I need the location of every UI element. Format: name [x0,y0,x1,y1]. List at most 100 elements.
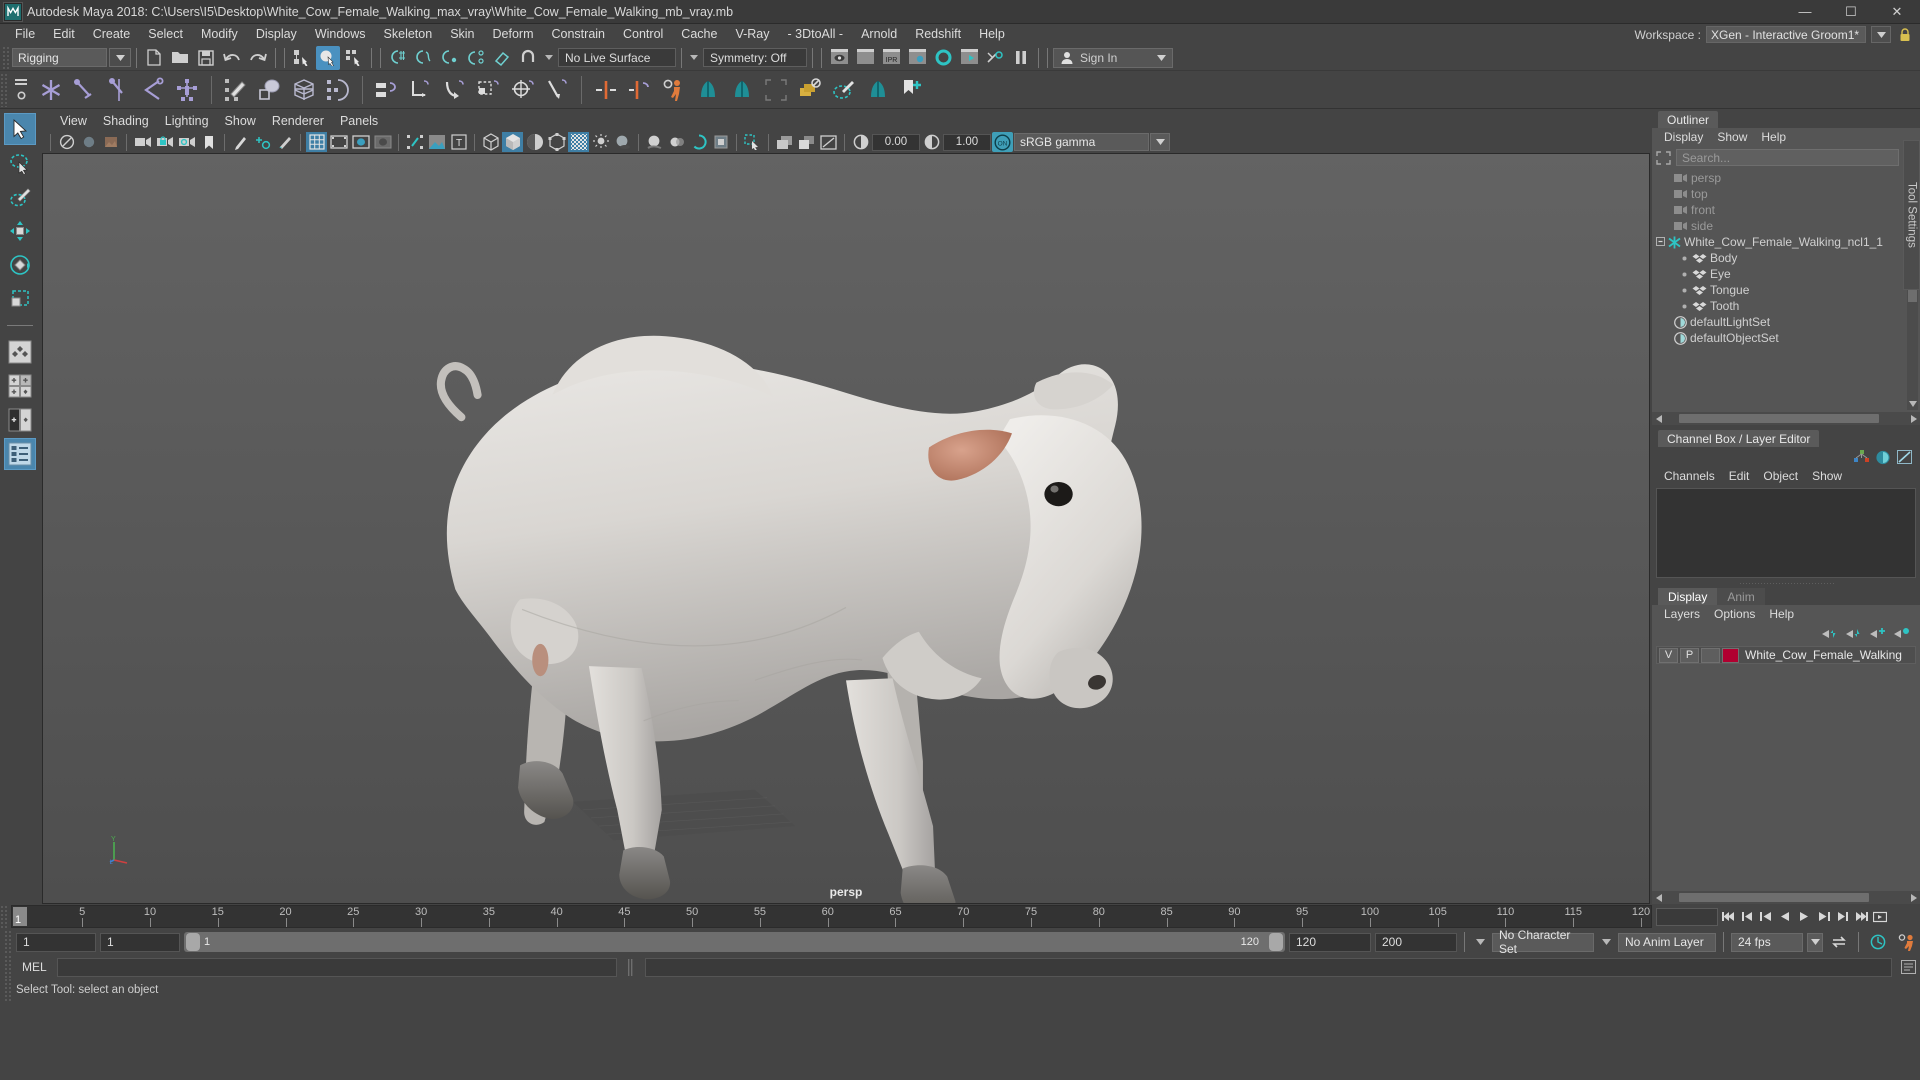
snap-to-view-plane-icon[interactable] [490,46,514,70]
undo-icon[interactable] [220,46,244,70]
point-constraint-icon[interactable] [404,73,438,107]
motion-blur-icon[interactable] [666,132,687,152]
step-forward-key-icon[interactable] [1814,907,1832,927]
flat-shading-icon[interactable] [546,132,567,152]
viewport-menu-show[interactable]: Show [217,111,264,131]
isolate-select-icon[interactable] [742,132,763,152]
menu-deform[interactable]: Deform [484,24,543,45]
playback-speed-field[interactable]: 24 fps [1731,932,1803,952]
anim-start-time-field[interactable]: 1 [16,932,96,952]
playback-speed-dropdown-icon[interactable] [1807,932,1823,952]
layer-display-type-toggle[interactable] [1701,647,1720,663]
open-script-editor-icon[interactable] [1896,958,1920,977]
menu-redshift[interactable]: Redshift [906,24,970,45]
time-slider[interactable]: 1 5 10 15 20 25 30 35 40 45 50 55 60 65 70 75 80 85 90 95 1… [11,905,1652,928]
snap-to-projected-center-icon[interactable] [464,46,488,70]
attribute-editor-icon[interactable] [1875,450,1891,465]
menu-skeleton[interactable]: Skeleton [375,24,442,45]
symmetry-field[interactable]: Symmetry: Off [703,48,807,67]
timeslider-grip[interactable] [0,904,8,929]
viewport-menu-lighting[interactable]: Lighting [157,111,217,131]
layer-horizontal-scrollbar[interactable] [1652,891,1920,904]
menu-cache[interactable]: Cache [672,24,726,45]
commandline-grip[interactable] [4,955,12,979]
select-object-icon[interactable] [316,45,340,70]
outliner-item-top[interactable]: top [1652,186,1920,202]
playblast-icon[interactable] [1871,907,1889,927]
menu-windows[interactable]: Windows [306,24,375,45]
shelf-grip[interactable] [0,72,8,107]
mirror-joint-icon[interactable] [589,73,623,107]
outliner-item-defaultlightset[interactable]: defaultLightSet [1652,314,1920,330]
texture-display-icon[interactable]: T [448,132,469,152]
menu-file[interactable]: File [6,24,44,45]
outliner-item-side[interactable]: side [1652,218,1920,234]
channelbox-menu-channels[interactable]: Channels [1657,467,1722,486]
menu-select[interactable]: Select [139,24,192,45]
lasso-tool-button[interactable] [4,147,36,179]
menu-skin[interactable]: Skin [441,24,483,45]
go-to-start-icon[interactable] [1719,907,1737,927]
layer-visibility-toggle[interactable]: V [1659,647,1678,663]
shaded-wireframe-icon[interactable] [524,132,545,152]
scroll-down-icon[interactable] [1907,398,1918,410]
select-camera-icon[interactable] [56,132,77,152]
color-profile-value[interactable]: sRGB gamma [1014,133,1149,151]
channelbox-menu-object[interactable]: Object [1756,467,1805,486]
xgen-duplicate-icon[interactable] [793,73,827,107]
anim-end-time-field[interactable]: 200 [1375,932,1457,952]
play-backwards-icon[interactable] [1776,907,1794,927]
tool-settings-tab[interactable]: Tool Settings [1903,140,1920,290]
layer-menu-options[interactable]: Options [1707,605,1762,624]
command-input[interactable] [56,957,617,977]
viewport-menu-shading[interactable]: Shading [95,111,157,131]
scroll-left-icon[interactable] [1652,412,1665,425]
layer-list[interactable]: V P White_Cow_Female_Walking [1652,643,1920,891]
exposure-reset-icon[interactable] [818,132,839,152]
move-layer-up-icon[interactable] [1822,627,1838,640]
outliner-item-persp[interactable]: persp [1652,170,1920,186]
depth-of-field-icon[interactable] [710,132,731,152]
xray-toggle-icon[interactable] [774,132,795,152]
layer-name[interactable]: White_Cow_Female_Walking [1745,648,1902,662]
textured-shading-icon[interactable] [568,132,589,152]
viewport-menu-view[interactable]: View [52,111,95,131]
layer-menu-layers[interactable]: Layers [1657,605,1707,624]
tab-display-layers[interactable]: Display [1658,588,1718,605]
layer-playback-toggle[interactable]: P [1680,647,1699,663]
lattice-deformer-icon[interactable] [287,73,321,107]
menu-vray[interactable]: V-Ray [726,24,778,45]
channelbox-icon[interactable] [1854,450,1869,464]
film-gate-icon[interactable] [328,132,349,152]
move-tool-button[interactable] [4,215,36,247]
layer-row[interactable]: V P White_Cow_Female_Walking [1656,646,1916,664]
orient-constraint-icon[interactable] [438,73,472,107]
select-hierarchy-icon[interactable] [290,46,314,70]
grease-pencil-icon[interactable] [230,132,251,152]
scroll-left-icon[interactable] [1652,891,1665,904]
outliner-menu-show[interactable]: Show [1710,128,1754,147]
outliner-item-body[interactable]: Body [1652,250,1920,266]
image-plane-icon[interactable] [100,132,121,152]
xgen-groom-icon[interactable] [691,73,725,107]
paint-select-tool-button[interactable] [4,181,36,213]
move-layer-down-icon[interactable] [1846,627,1862,640]
step-back-key-icon[interactable] [1757,907,1775,927]
gamma-value[interactable]: 1.00 [943,133,991,151]
smooth-shading-icon[interactable] [502,132,523,152]
outliner-item-tooth[interactable]: Tooth [1652,298,1920,314]
four-view-layout-button[interactable] [4,370,36,402]
single-view-layout-button[interactable] [4,336,36,368]
color-profile-dropdown-icon[interactable] [1150,133,1170,151]
modeling-toolkit-icon[interactable] [1897,450,1912,464]
xray-joints-icon[interactable] [404,132,425,152]
menuset-selector[interactable]: Rigging [12,48,107,67]
outliner-horizontal-scrollbar[interactable] [1652,412,1920,425]
render-current-frame-icon[interactable] [853,46,877,70]
screen-space-ao-icon[interactable] [644,132,665,152]
render-settings-icon[interactable] [905,46,929,70]
statusline-grip[interactable] [2,45,10,70]
resolution-gate-icon[interactable] [350,132,371,152]
outliner-item-eye[interactable]: Eye [1652,266,1920,282]
sign-in-button[interactable]: Sign In [1053,47,1173,68]
